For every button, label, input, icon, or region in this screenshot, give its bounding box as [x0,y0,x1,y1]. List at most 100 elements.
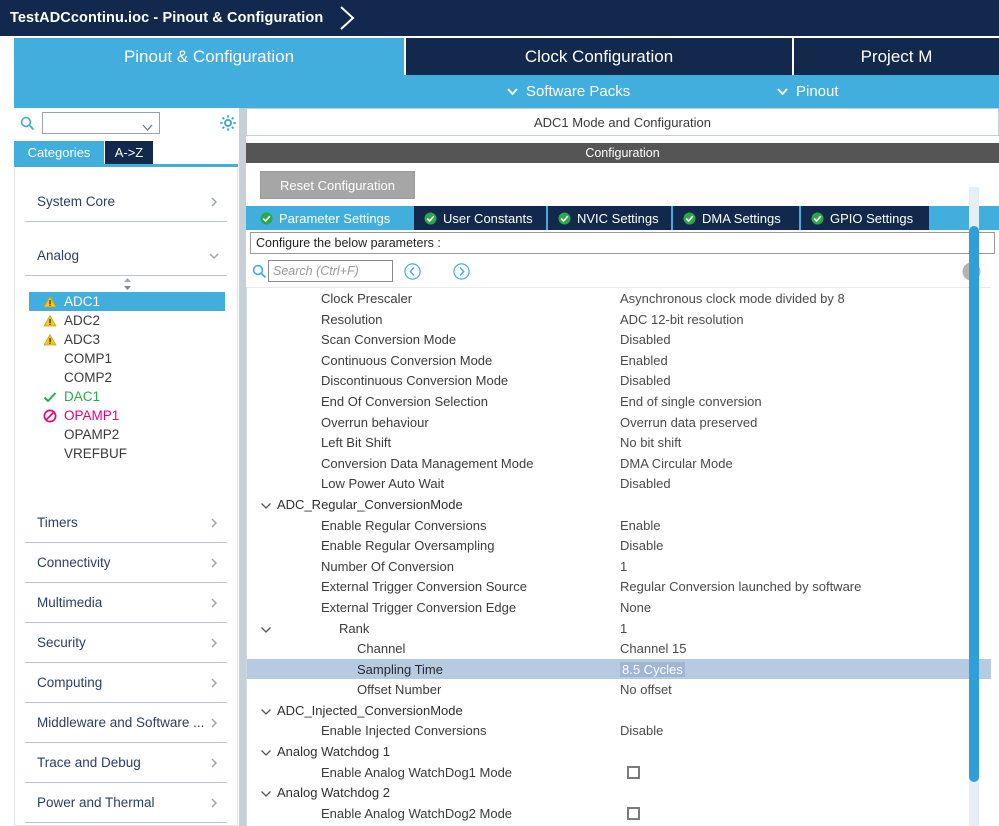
table-row[interactable]: Enable Injected Conversions Disable [247,720,991,741]
param-value[interactable]: Disable [620,538,663,553]
table-row[interactable]: External Trigger Conversion Source Regul… [247,576,991,597]
param-value[interactable]: Disabled [620,332,671,347]
sidebar-tab-categories[interactable]: Categories [14,141,104,164]
reset-configuration-button[interactable]: Reset Configuration [260,171,415,199]
param-value[interactable]: Disabled [620,373,671,388]
parameter-search-input[interactable]: Search (Ctrl+F) [268,260,393,282]
table-row[interactable]: Enable Analog WatchDog2 Mode [247,803,991,824]
param-value[interactable]: ADC 12-bit resolution [620,312,744,327]
peripheral-item-dac1[interactable]: DAC1 [15,387,237,406]
table-group-row[interactable]: Analog Watchdog 1 [247,741,991,762]
category-connectivity[interactable]: Connectivity [25,543,227,583]
category-computing[interactable]: Computing [25,663,227,703]
table-row[interactable]: Enable Regular Conversions Enable [247,515,991,536]
watchdog1-checkbox[interactable] [627,765,640,779]
tab-project-manager-label: Project M [860,46,933,66]
param-label: Discontinuous Conversion Mode [321,373,509,389]
peripheral-item-comp1[interactable]: COMP1 [15,349,237,368]
peripheral-search-input[interactable] [42,112,160,134]
chevron-down-icon[interactable] [260,746,272,757]
watchdog2-checkbox[interactable] [627,806,640,820]
param-value-selected[interactable]: 8.5 Cycles [620,661,685,677]
category-middleware[interactable]: Middleware and Software ... [25,703,227,743]
param-value[interactable]: No offset [620,682,672,697]
peripheral-item-vrefbuf[interactable]: VREFBUF [15,444,237,463]
tab-pinout-configuration-label: Pinout & Configuration [123,46,295,66]
category-system-core[interactable]: System Core [25,182,227,222]
table-row[interactable]: Low Power Auto Wait Disabled [247,473,991,494]
param-value[interactable]: DMA Circular Mode [620,456,733,471]
category-power-and-thermal[interactable]: Power and Thermal [25,783,227,823]
param-label: Enable Analog WatchDog2 Mode [321,805,513,821]
table-group-row[interactable]: ADC_Regular_ConversionMode [247,494,991,515]
chevron-down-icon [506,85,519,98]
table-row[interactable]: External Trigger Conversion Edge None [247,597,991,618]
peripheral-item-adc2[interactable]: ADC2 [15,311,237,330]
param-value[interactable]: Asynchronous clock mode divided by 8 [620,291,845,306]
chevron-down-icon[interactable] [260,705,272,716]
param-value[interactable]: End of single conversion [620,394,762,409]
tab-gpio-settings[interactable]: GPIO Settings [801,206,929,230]
param-value[interactable]: 1 [620,621,627,636]
table-row[interactable]: Rank 1 [247,618,991,639]
table-row[interactable]: Overrun behaviour Overrun data preserved [247,412,991,433]
sort-updown-icon[interactable] [15,276,237,292]
table-row[interactable]: Resolution ADC 12-bit resolution [247,309,991,330]
tab-pinout-configuration[interactable]: Pinout & Configuration [14,38,404,75]
param-value[interactable]: Enabled [620,353,668,368]
gear-icon[interactable] [219,114,237,132]
tab-user-constants[interactable]: User Constants [414,206,546,230]
chevron-down-icon[interactable] [260,787,272,798]
table-row[interactable]: Left Bit Shift No bit shift [247,432,991,453]
table-row[interactable]: Scan Conversion Mode Disabled [247,329,991,350]
circle-chevron-left-icon[interactable] [404,263,421,280]
tab-dma-settings[interactable]: DMA Settings [673,206,799,230]
peripheral-item-adc1[interactable]: ADC1 [29,292,225,311]
chevron-down-icon[interactable] [260,623,272,634]
circle-chevron-right-icon[interactable] [453,263,470,280]
table-row[interactable]: Channel Channel 15 [247,638,991,659]
param-value[interactable]: Disable [620,723,663,738]
table-row[interactable]: Offset Number No offset [247,679,991,700]
tab-clock-configuration[interactable]: Clock Configuration [406,38,792,75]
peripheral-item-opamp1[interactable]: OPAMP1 [15,406,237,425]
tab-parameter-settings[interactable]: Parameter Settings [250,206,412,230]
table-row[interactable]: Enable Analog WatchDog1 Mode [247,762,991,783]
software-packs-menu[interactable]: Software Packs [506,75,630,108]
param-value[interactable]: No bit shift [620,435,681,450]
table-group-row[interactable]: ADC_Injected_ConversionMode [247,700,991,721]
param-value[interactable]: Disabled [620,476,671,491]
table-row[interactable]: Conversion Data Management Mode DMA Circ… [247,453,991,474]
table-row-selected[interactable]: Sampling Time 8.5 Cycles [247,658,991,680]
param-value[interactable]: 1 [620,559,627,574]
sidebar-tab-az[interactable]: A->Z [105,141,153,164]
panel-splitter[interactable] [239,108,246,826]
param-value[interactable]: Enable [620,518,660,533]
table-row[interactable]: Enable Regular Oversampling Disable [247,535,991,556]
category-trace-and-debug[interactable]: Trace and Debug [25,743,227,783]
table-row[interactable]: Continuous Conversion Mode Enabled [247,350,991,371]
category-timers[interactable]: Timers [25,503,227,543]
param-value[interactable]: Channel 15 [620,641,687,656]
chevron-down-icon[interactable] [260,499,272,510]
param-value[interactable]: None [620,600,651,615]
category-multimedia[interactable]: Multimedia [25,583,227,623]
peripheral-item-comp2[interactable]: COMP2 [15,368,237,387]
category-analog[interactable]: Analog [25,236,227,276]
vertical-scrollbar-thumb[interactable] [969,226,979,782]
table-row[interactable]: Discontinuous Conversion Mode Disabled [247,370,991,391]
param-value[interactable]: Overrun data preserved [620,415,757,430]
pinout-menu[interactable]: Pinout [776,75,839,108]
table-group-row[interactable]: Analog Watchdog 2 [247,782,991,803]
table-row[interactable]: Clock Prescaler Asynchronous clock mode … [247,288,991,309]
peripheral-item-adc2-label: ADC2 [64,313,101,328]
table-row[interactable]: End Of Conversion Selection End of singl… [247,391,991,412]
tab-project-manager[interactable]: Project M [794,38,999,75]
param-value[interactable]: Regular Conversion launched by software [620,579,861,594]
category-security[interactable]: Security [25,623,227,663]
tab-nvic-settings[interactable]: NVIC Settings [548,206,671,230]
peripheral-item-adc3[interactable]: ADC3 [15,330,237,349]
table-row[interactable]: Number Of Conversion 1 [247,556,991,577]
peripheral-item-opamp2[interactable]: OPAMP2 [15,425,237,444]
param-label: External Trigger Conversion Source [321,579,527,595]
